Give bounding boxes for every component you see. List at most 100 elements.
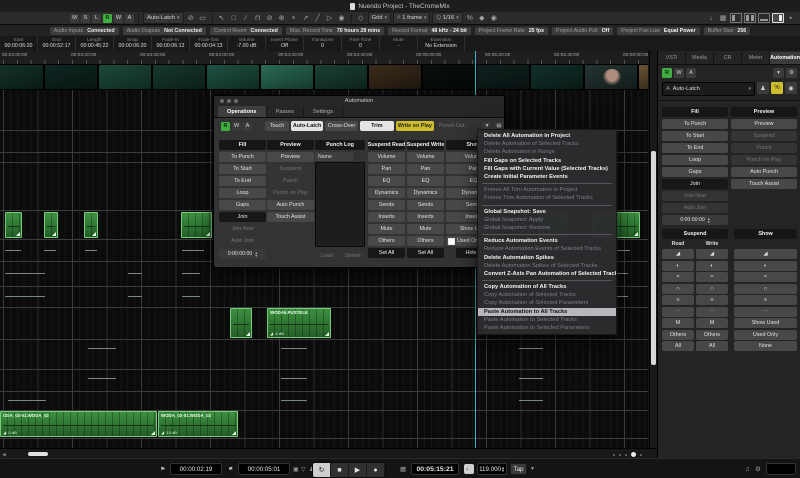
panel-button-sends[interactable]: Sends <box>407 200 444 210</box>
lock-icon[interactable]: ▣ <box>293 464 299 474</box>
sidebar-button-to-end[interactable]: To End <box>662 143 728 153</box>
glue-icon[interactable]: ⊓ <box>253 13 263 23</box>
tempo-field[interactable]: 119.000▲▼ <box>477 463 507 475</box>
sidebar-button-auto-punch[interactable]: Auto Punch <box>731 167 797 177</box>
sidebar-button-suspend[interactable]: Suspend <box>731 131 797 141</box>
panel-button-touch-assist[interactable]: Touch Assist <box>267 212 314 222</box>
panel-button-volume[interactable]: Volume <box>368 152 405 162</box>
menu-item-delete-all-automation-in-project[interactable]: Delete All Automation in Project <box>478 132 616 140</box>
transport-zone-toggle[interactable] <box>758 13 770 23</box>
panel-button-auto-join[interactable]: Auto Join <box>219 236 266 246</box>
menu-item-copy-automation-of-all-tracks[interactable]: Copy Automation of All Tracks <box>478 283 616 291</box>
sidebar-button-punch[interactable]: Punch <box>731 143 797 153</box>
event-fade-handle[interactable] <box>151 431 155 435</box>
panel-tab-passes[interactable]: Passes <box>267 106 304 117</box>
midi-activity-icon[interactable]: ♫ <box>745 464 750 474</box>
sidebar-button-join[interactable]: Join <box>662 179 728 189</box>
mute-icon[interactable]: × <box>289 13 299 23</box>
info-field-snap[interactable]: Snap00:00:06:20 <box>114 36 152 51</box>
panel-suspend-write-column-header[interactable]: Suspend Write <box>407 140 444 150</box>
horizontal-scrollbar-thumb[interactable] <box>28 452 48 456</box>
mode-button-punch-out[interactable]: Punch Out <box>436 121 468 131</box>
primary-time-display[interactable]: 00:05:15:21 <box>411 463 459 475</box>
video-track[interactable] <box>0 64 648 90</box>
panel-button-join[interactable]: Join <box>219 212 266 222</box>
status-chip[interactable]: Record Format48 kHz - 24 bit <box>388 27 471 35</box>
info-field-fine-tune[interactable]: Fine-Tune0 <box>342 36 380 51</box>
panel-button-dynamics[interactable]: Dynamics <box>407 188 444 198</box>
automation-mode-dropdown[interactable]: Auto-Latch▾ <box>143 12 184 24</box>
grid-mode-icon[interactable]: ▦ <box>400 464 406 474</box>
snap-icon[interactable]: ◇ <box>356 13 366 23</box>
event-fade-handle[interactable] <box>246 332 250 336</box>
mode-button-write-on-play[interactable]: Write on Play <box>396 121 435 131</box>
panel-button-pan[interactable]: Pan <box>368 164 405 174</box>
panel-button-gaps[interactable]: Gaps <box>219 200 266 210</box>
key-commands-icon[interactable]: ▦ <box>718 13 728 23</box>
left-locator-field[interactable]: 00:00:02:19 <box>170 463 222 475</box>
suspend-read-eq-button[interactable]: ≈ <box>662 272 694 282</box>
panel-button-pan[interactable]: Pan <box>407 164 444 174</box>
tap-tempo-button[interactable]: Tap <box>510 463 527 475</box>
track-state-w-button[interactable]: W <box>114 14 123 23</box>
status-chip[interactable]: Control RoomConnected <box>210 27 282 35</box>
info-field-length[interactable]: Length00:00:45:22 <box>76 36 114 51</box>
stop-button[interactable]: ■ <box>331 463 349 477</box>
sidebar-preview-header[interactable]: Preview <box>731 107 797 117</box>
audio-event[interactable]: WODA5.PUSTELE◢ -4 dB <box>267 308 331 338</box>
zoom-slider-knob[interactable] <box>631 452 636 457</box>
menu-item-fill-gaps-on-selected-tracks[interactable]: Fill Gaps on Selected Tracks <box>478 157 616 165</box>
panel-button-suspend[interactable]: Suspend <box>267 164 314 174</box>
show-volume-button[interactable]: ◢ <box>734 249 797 259</box>
checkbox-icon[interactable] <box>448 238 455 245</box>
panel-a-button[interactable]: A <box>243 122 252 131</box>
sidebar-fill-time-field[interactable]: 0:00:00:00▴▾ <box>662 215 728 225</box>
grid-type-dropdown[interactable]: Grid▾ <box>368 12 391 24</box>
trim-icon[interactable]: % <box>771 82 783 94</box>
split-icon[interactable]: ∕ <box>241 13 251 23</box>
panel-preview-header[interactable]: Preview <box>267 140 314 150</box>
right-locator-icon[interactable]: ⚑ <box>228 464 233 474</box>
sidebar-tab-cr[interactable]: CR <box>714 52 742 64</box>
info-field-invert-phase[interactable]: Invert PhaseOff <box>266 36 304 51</box>
info-field-extension[interactable]: ExtensionNo Extension <box>418 36 465 51</box>
menu-item-create-initial-parameter-events[interactable]: Create Initial Parameter Events <box>478 173 616 181</box>
transport-gear-icon[interactable]: ⚙ <box>755 464 761 474</box>
panel-button-to-start[interactable]: To Start <box>219 164 266 174</box>
sidebar-r-button[interactable]: R <box>662 68 672 78</box>
status-chip[interactable]: Buffer Size256 <box>704 27 751 35</box>
event-fade-handle[interactable] <box>92 232 96 236</box>
suspend-write-dynamics-button[interactable]: ∩ <box>696 284 728 294</box>
range-selection-icon[interactable]: □ <box>229 13 239 23</box>
zoom-icon[interactable]: ⊕ <box>277 13 287 23</box>
play-button[interactable]: ▶ <box>349 463 367 477</box>
export-icon[interactable]: ↓ <box>706 13 716 23</box>
gear-icon[interactable]: ⚙ <box>786 68 797 78</box>
menu-item-convert-z-axis-pan-automation-of-selecte[interactable]: Convert Z-Axis Pan Automation of Selecte… <box>478 270 616 278</box>
right-zone-toggle[interactable] <box>772 13 784 23</box>
transport-extra-field[interactable] <box>766 463 796 475</box>
menu-item-paste-automation-to-all-tracks[interactable]: Paste Automation to All Tracks <box>478 308 616 316</box>
suspend-read-all-button[interactable]: All <box>662 341 694 351</box>
menu-item-global-snapshot-save[interactable]: Global Snapshot: Save <box>478 208 616 216</box>
auto-scroll-icon[interactable]: ▭ <box>198 13 208 23</box>
sidebar-menu-icon[interactable]: ▾ <box>773 68 784 78</box>
metronome-icon[interactable]: ♩ <box>464 464 474 474</box>
punch-log-list[interactable] <box>315 162 365 247</box>
left-locator-icon[interactable]: ⚑ <box>160 464 165 474</box>
panel-button-sends[interactable]: Sends <box>368 200 405 210</box>
audio-event[interactable] <box>5 212 22 238</box>
show-inserts-button[interactable]: ⋯ <box>734 307 797 317</box>
suspend-write-mute-button[interactable]: M <box>696 318 728 328</box>
panel-button-eq[interactable]: EQ <box>368 176 405 186</box>
left-zone-toggle[interactable] <box>730 13 742 23</box>
vertical-scrollbar-thumb[interactable] <box>651 151 656 365</box>
quantize-panel-icon[interactable]: ◉ <box>489 13 499 23</box>
cycle-button[interactable]: ↻ <box>313 463 331 477</box>
vertical-scrollbar[interactable] <box>649 51 657 448</box>
audio-event[interactable]: ODA_02-01.WODA_02◢ -0 dB <box>0 411 157 437</box>
info-field-fade-in[interactable]: Fade-In00:00:06:13 <box>152 36 190 51</box>
tempo-dropdown-icon[interactable]: ▼ <box>530 464 535 474</box>
fill-time-field[interactable]: 0:00:00:00▴▾ <box>219 249 266 259</box>
suspend-read-inserts-button[interactable]: ⋯ <box>662 307 694 317</box>
